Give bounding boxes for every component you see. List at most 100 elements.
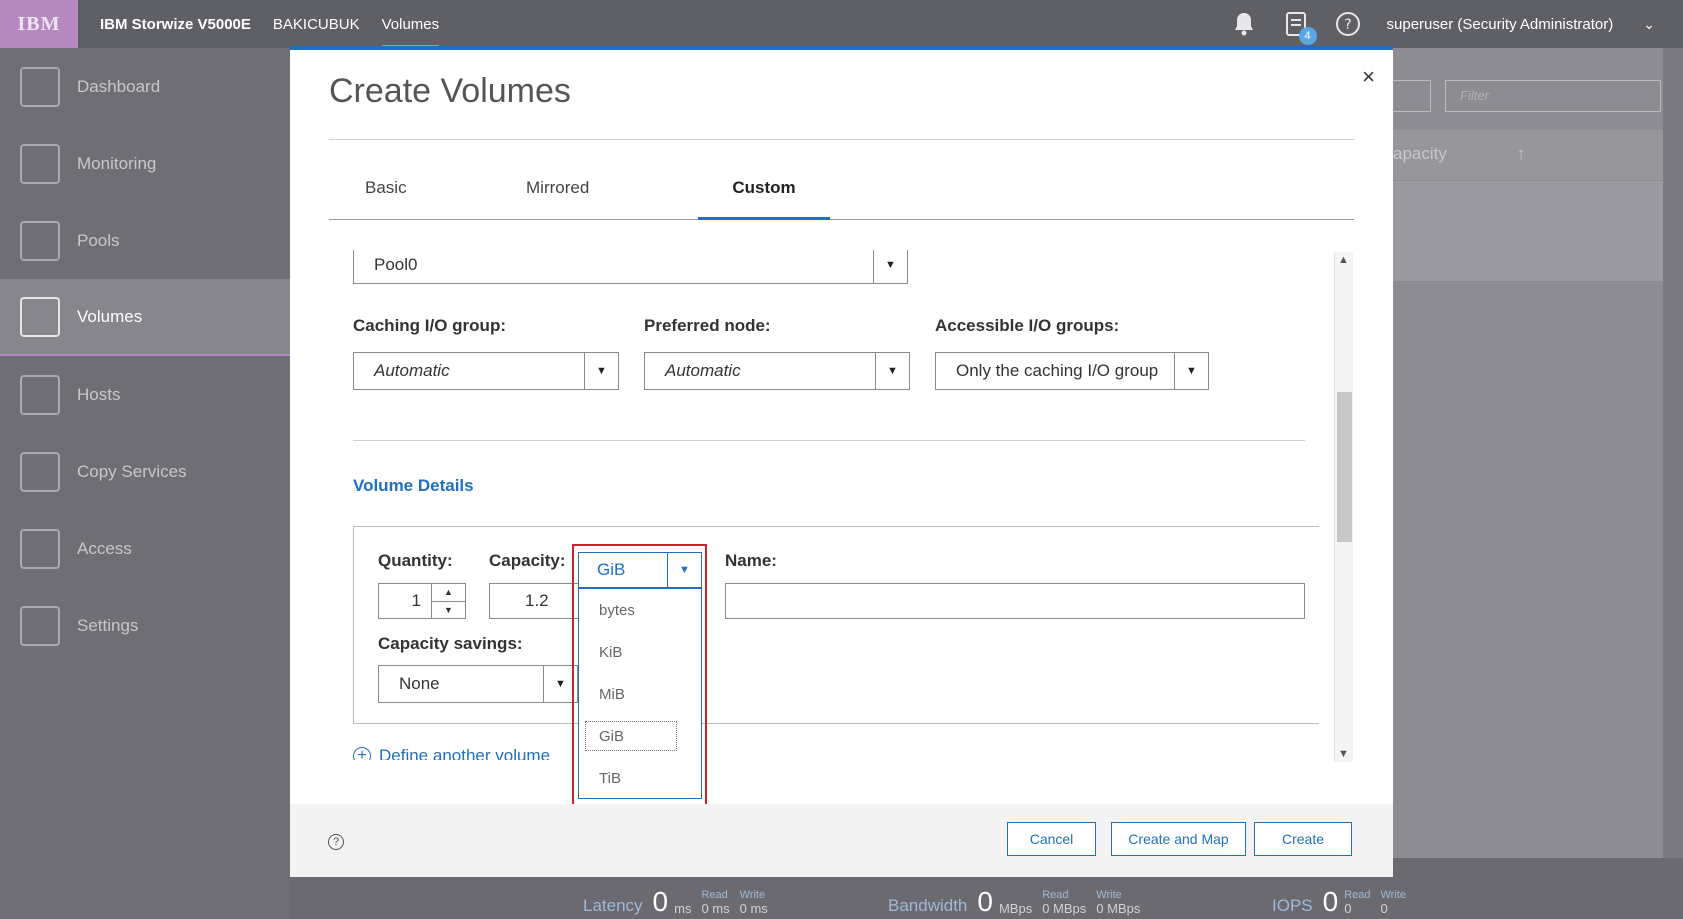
bandwidth-value: 0: [977, 886, 993, 917]
sidebar-item-access[interactable]: Access: [0, 510, 290, 587]
sidebar-item-label: Hosts: [77, 384, 121, 404]
dashboard-icon: [20, 66, 60, 107]
svg-text:?: ?: [1344, 17, 1351, 33]
latency-unit: ms: [674, 901, 692, 916]
capacity-savings-value: None: [399, 674, 440, 693]
sidebar-item-hosts[interactable]: Hosts: [0, 356, 290, 433]
access-icon: [20, 528, 60, 569]
latency-stat: Latency 0 ms Read 0 ms Write 0 ms: [583, 888, 778, 917]
sidebar-item-dashboard[interactable]: Dashboard: [0, 48, 290, 125]
quantity-stepper[interactable]: 1 ▲ ▼: [378, 583, 466, 619]
create-and-map-button[interactable]: Create and Map: [1111, 822, 1246, 856]
help-icon[interactable]: ?: [1335, 11, 1361, 37]
bandwidth-label: Bandwidth: [888, 896, 968, 915]
table-row[interactable]: [1393, 181, 1663, 281]
caret-down-icon[interactable]: ▼: [875, 353, 909, 389]
sidebar-item-settings[interactable]: Settings: [0, 587, 290, 664]
sidebar-item-label: Monitoring: [77, 153, 157, 173]
create-button[interactable]: Create: [1254, 822, 1352, 856]
pool-select[interactable]: Pool0 ▼: [353, 250, 908, 284]
column-header-capacity[interactable]: apacity ↑: [1393, 130, 1663, 180]
tab-basic[interactable]: Basic: [365, 178, 407, 220]
bandwidth-stat: Bandwidth 0 MBps Read 0 MBps Write 0 MBps: [888, 886, 1150, 917]
tab-custom[interactable]: Custom: [698, 178, 830, 220]
add-circle-icon: +: [353, 747, 371, 760]
caret-down-icon[interactable]: ▼: [873, 250, 907, 283]
pools-icon: [20, 220, 60, 261]
dialog-scroll-content: Pool0 ▼ Caching I/O group: Preferred nod…: [329, 250, 1319, 760]
sidebar-item-volumes[interactable]: Volumes: [0, 279, 290, 356]
caching-io-group-label: Caching I/O group:: [353, 316, 506, 335]
volumes-icon: [20, 296, 60, 337]
sidebar-item-copy-services[interactable]: Copy Services: [0, 433, 290, 510]
chevron-down-icon[interactable]: ⌄: [1643, 16, 1655, 33]
sidebar-item-pools[interactable]: Pools: [0, 202, 290, 279]
bandwidth-write: Write 0 MBps: [1096, 889, 1141, 916]
accessible-io-groups-select[interactable]: Only the caching I/O group ▼: [935, 352, 1209, 390]
volume-details-title: Volume Details: [353, 476, 474, 495]
define-another-volume-link[interactable]: + Define another volume: [353, 746, 550, 760]
name-label: Name:: [725, 551, 777, 570]
latency-label: Latency: [583, 896, 643, 915]
sidebar-item-label: Settings: [77, 615, 139, 635]
stepper-buttons: ▲ ▼: [431, 584, 465, 618]
caching-io-group-value: Automatic: [374, 361, 450, 380]
section-divider: [353, 440, 1305, 441]
tab-mirrored[interactable]: Mirrored: [526, 178, 589, 220]
quantity-value: 1: [411, 591, 421, 610]
iops-label: IOPS: [1272, 896, 1313, 915]
latency-read: Read 0 ms: [701, 889, 730, 916]
user-menu[interactable]: superuser (Security Administrator): [1387, 16, 1614, 33]
settings-icon: [20, 605, 60, 646]
scroll-up-icon[interactable]: ▲: [1338, 254, 1349, 266]
preferred-node-value: Automatic: [665, 361, 741, 380]
volume-details-box: Quantity: Capacity: Name: 1 ▲ ▼ 1.2 Capa…: [353, 526, 1319, 724]
product-name: IBM Storwize V5000E: [100, 15, 251, 33]
capacity-savings-select[interactable]: None ▼: [378, 665, 578, 703]
dialog-title: Create Volumes: [329, 72, 571, 110]
volumes-table-background: Filter apacity ↑: [1393, 48, 1663, 858]
help-icon[interactable]: ?: [328, 834, 344, 850]
copy-services-icon: [20, 451, 60, 492]
create-volumes-dialog: Create Volumes × Basic Mirrored Custom P…: [290, 46, 1393, 877]
dialog-scrollbar[interactable]: ▲ ▼: [1334, 252, 1353, 762]
sort-arrow-icon[interactable]: ↑: [1517, 144, 1526, 163]
bell-icon[interactable]: [1231, 11, 1257, 37]
iops-value: 0: [1322, 886, 1339, 917]
accessible-io-groups-value: Only the caching I/O group: [956, 361, 1159, 380]
stepper-up-icon[interactable]: ▲: [432, 584, 465, 602]
scroll-down-icon[interactable]: ▼: [1338, 748, 1349, 760]
filter-input[interactable]: Filter: [1445, 80, 1661, 112]
caret-down-icon[interactable]: ▼: [584, 353, 618, 389]
bandwidth-unit: MBps: [998, 901, 1033, 916]
sidebar-item-monitoring[interactable]: Monitoring: [0, 125, 290, 202]
tasks-badge: 4: [1298, 27, 1317, 45]
sidebar-item-label: Copy Services: [77, 461, 187, 481]
caret-down-icon[interactable]: ▼: [1174, 353, 1208, 389]
quantity-label: Quantity:: [378, 551, 453, 570]
ibm-logo[interactable]: IBM: [0, 0, 78, 48]
cancel-button[interactable]: Cancel: [1007, 822, 1096, 856]
latency-write: Write 0 ms: [739, 889, 768, 916]
capacity-label: Capacity:: [489, 551, 566, 570]
view-select[interactable]: [1393, 80, 1431, 112]
column-header-label: apacity: [1393, 144, 1447, 163]
system-name[interactable]: BAKICUBUK: [273, 16, 360, 33]
stepper-down-icon[interactable]: ▼: [432, 602, 465, 619]
capacity-savings-label: Capacity savings:: [378, 634, 523, 653]
sidebar: Dashboard Monitoring Pools Volumes Hosts…: [0, 48, 290, 919]
iops-read: Read 0: [1344, 889, 1371, 916]
close-icon[interactable]: ×: [1362, 64, 1375, 90]
sidebar-item-label: Volumes: [77, 306, 143, 326]
name-input[interactable]: [725, 583, 1305, 619]
define-another-label: Define another volume: [379, 746, 551, 760]
capacity-value: 1.2: [525, 591, 549, 610]
sidebar-item-label: Pools: [77, 230, 120, 250]
iops-write: Write 0: [1380, 889, 1406, 916]
scroll-thumb[interactable]: [1337, 392, 1352, 542]
breadcrumb-section[interactable]: Volumes: [381, 16, 440, 47]
tasks-icon[interactable]: 4: [1283, 11, 1317, 45]
capacity-input[interactable]: 1.2: [489, 583, 579, 619]
preferred-node-select[interactable]: Automatic ▼: [644, 352, 910, 390]
caching-io-group-select[interactable]: Automatic ▼: [353, 352, 619, 390]
